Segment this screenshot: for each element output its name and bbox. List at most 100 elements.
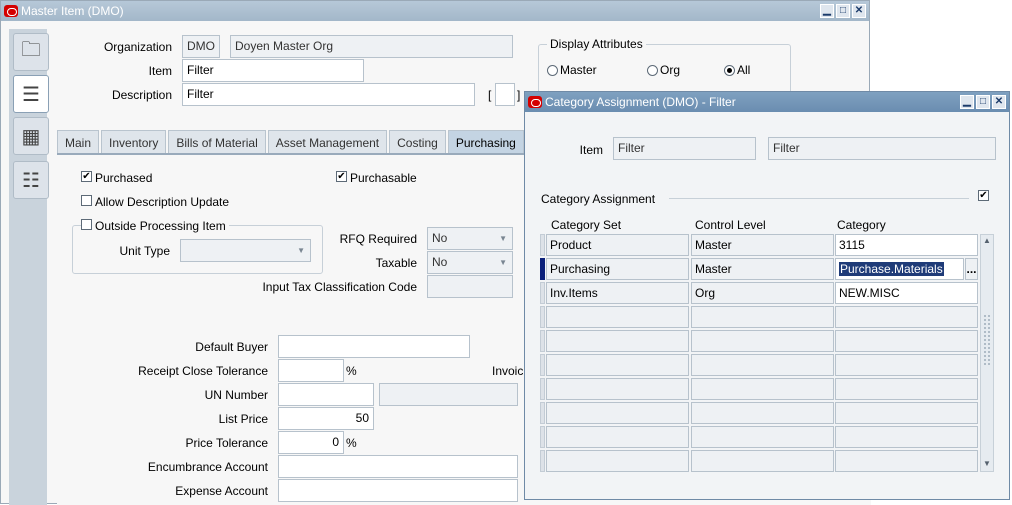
maximize-icon[interactable]: □ [836,4,850,18]
flexfield-button[interactable] [495,83,515,106]
row-indicator[interactable] [540,354,545,376]
tab-bills-of-material[interactable]: Bills of Material [168,130,266,154]
default-buyer-field[interactable] [278,335,470,358]
empty-cell[interactable] [835,378,978,400]
oracle-logo-icon [528,96,542,108]
scroll-up-icon[interactable]: ▲ [982,236,992,246]
empty-cell[interactable] [835,450,978,472]
organization-code-field[interactable]: DMO [182,35,220,58]
receipt-close-tolerance-field[interactable] [278,359,344,382]
empty-cell[interactable] [546,402,689,424]
category-cell-selected[interactable]: Purchase.Materials [835,258,964,280]
tab-main[interactable]: Main [57,130,100,154]
radio-master[interactable] [547,65,558,76]
maximize-icon[interactable]: □ [976,95,990,109]
description-field[interactable]: Filter [182,83,475,106]
category-set-cell[interactable]: Purchasing [546,258,689,280]
empty-cell[interactable] [691,330,834,352]
radio-all[interactable] [724,65,735,76]
receipt-close-tolerance-label: Receipt Close Tolerance [138,364,268,378]
empty-cell[interactable] [835,330,978,352]
empty-cell[interactable] [546,306,689,328]
tab-purchasing[interactable]: Purchasing [447,130,524,154]
master-item-titlebar[interactable]: Master Item (DMO) ▁ □ ✕ [1,1,869,21]
category-item-field[interactable]: Filter [613,137,756,160]
radio-org[interactable] [647,65,658,76]
empty-cell[interactable] [835,426,978,448]
purchasable-checkbox[interactable]: ✔ [336,171,347,182]
close-icon[interactable]: ✕ [992,95,1006,109]
section-checkbox[interactable]: ✔ [978,190,989,201]
vertical-scrollbar[interactable]: ▲ ▼ [980,234,994,472]
item-list-icon[interactable]: ☷ [13,161,49,199]
empty-cell[interactable] [691,426,834,448]
row-indicator[interactable] [540,282,545,304]
row-indicator[interactable] [540,402,545,424]
minimize-icon[interactable]: ▁ [960,95,974,109]
un-number-description-field[interactable] [379,383,518,406]
empty-cell[interactable] [546,426,689,448]
control-level-cell[interactable]: Org [691,282,834,304]
document-list-icon[interactable]: ☰ [13,75,49,113]
empty-cell[interactable] [691,306,834,328]
outside-processing-checkbox[interactable] [81,219,92,230]
price-tolerance-field[interactable]: 0 [278,431,344,454]
row-indicator[interactable] [540,450,545,472]
scroll-thumb-grip[interactable] [984,315,990,365]
empty-cell[interactable] [691,378,834,400]
category-cell[interactable]: NEW.MISC [835,282,978,304]
tab-costing[interactable]: Costing [389,130,446,154]
category-set-cell[interactable]: Product [546,234,689,256]
input-tax-classification-field[interactable] [427,275,513,298]
scroll-down-icon[interactable]: ▼ [982,459,992,469]
category-assignment-titlebar[interactable]: Category Assignment (DMO) - Filter ▁ □ ✕ [525,92,1009,112]
minimize-icon[interactable]: ▁ [820,4,834,18]
empty-cell[interactable] [546,354,689,376]
list-price-field[interactable]: 50 [278,407,374,430]
expense-account-field[interactable] [278,479,518,502]
empty-cell[interactable] [835,354,978,376]
empty-cell[interactable] [835,402,978,424]
category-item-description-field[interactable]: Filter [768,137,996,160]
unit-type-select[interactable] [180,239,311,262]
empty-cell[interactable] [691,402,834,424]
default-buyer-label: Default Buyer [195,340,268,354]
item-field[interactable]: Filter [182,59,364,82]
description-label: Description [111,88,172,102]
row-indicator[interactable] [540,378,545,400]
taxable-label: Taxable [375,256,417,270]
empty-cell[interactable] [691,354,834,376]
un-number-field[interactable] [278,383,374,406]
category-cell[interactable]: 3115 [835,234,978,256]
category-lov-button[interactable]: ... [965,258,978,280]
category-window-title: Category Assignment (DMO) - Filter [545,95,736,109]
organization-name-field[interactable]: Doyen Master Org [230,35,513,58]
radio-org-label: Org [660,63,681,77]
tab-asset-management[interactable]: Asset Management [267,130,388,154]
row-indicator[interactable] [540,234,545,256]
rfq-required-select[interactable]: No [427,227,513,250]
empty-cell[interactable] [546,330,689,352]
category-item-label: Item [579,143,603,157]
empty-cell[interactable] [835,306,978,328]
row-indicator[interactable] [540,330,545,352]
item-categories-icon[interactable]: ▦ [13,117,49,155]
purchased-checkbox[interactable]: ✔ [81,171,92,182]
row-indicator-current[interactable] [540,258,545,280]
empty-cell[interactable] [546,378,689,400]
control-level-cell[interactable]: Master [691,234,834,256]
empty-cell[interactable] [691,450,834,472]
empty-cell[interactable] [546,450,689,472]
close-icon[interactable]: ✕ [852,4,866,18]
folder-item-icon[interactable]: 🗀 [13,33,49,71]
category-set-cell[interactable]: Inv.Items [546,282,689,304]
row-indicator[interactable] [540,306,545,328]
tab-inventory[interactable]: Inventory [101,130,167,154]
taxable-select[interactable]: No [427,251,513,274]
control-level-cell[interactable]: Master [691,258,834,280]
allow-description-update-checkbox[interactable] [81,195,92,206]
unit-type-label: Unit Type [119,244,170,258]
row-indicator[interactable] [540,426,545,448]
encumbrance-account-field[interactable] [278,455,518,478]
radio-master-label: Master [560,63,597,77]
